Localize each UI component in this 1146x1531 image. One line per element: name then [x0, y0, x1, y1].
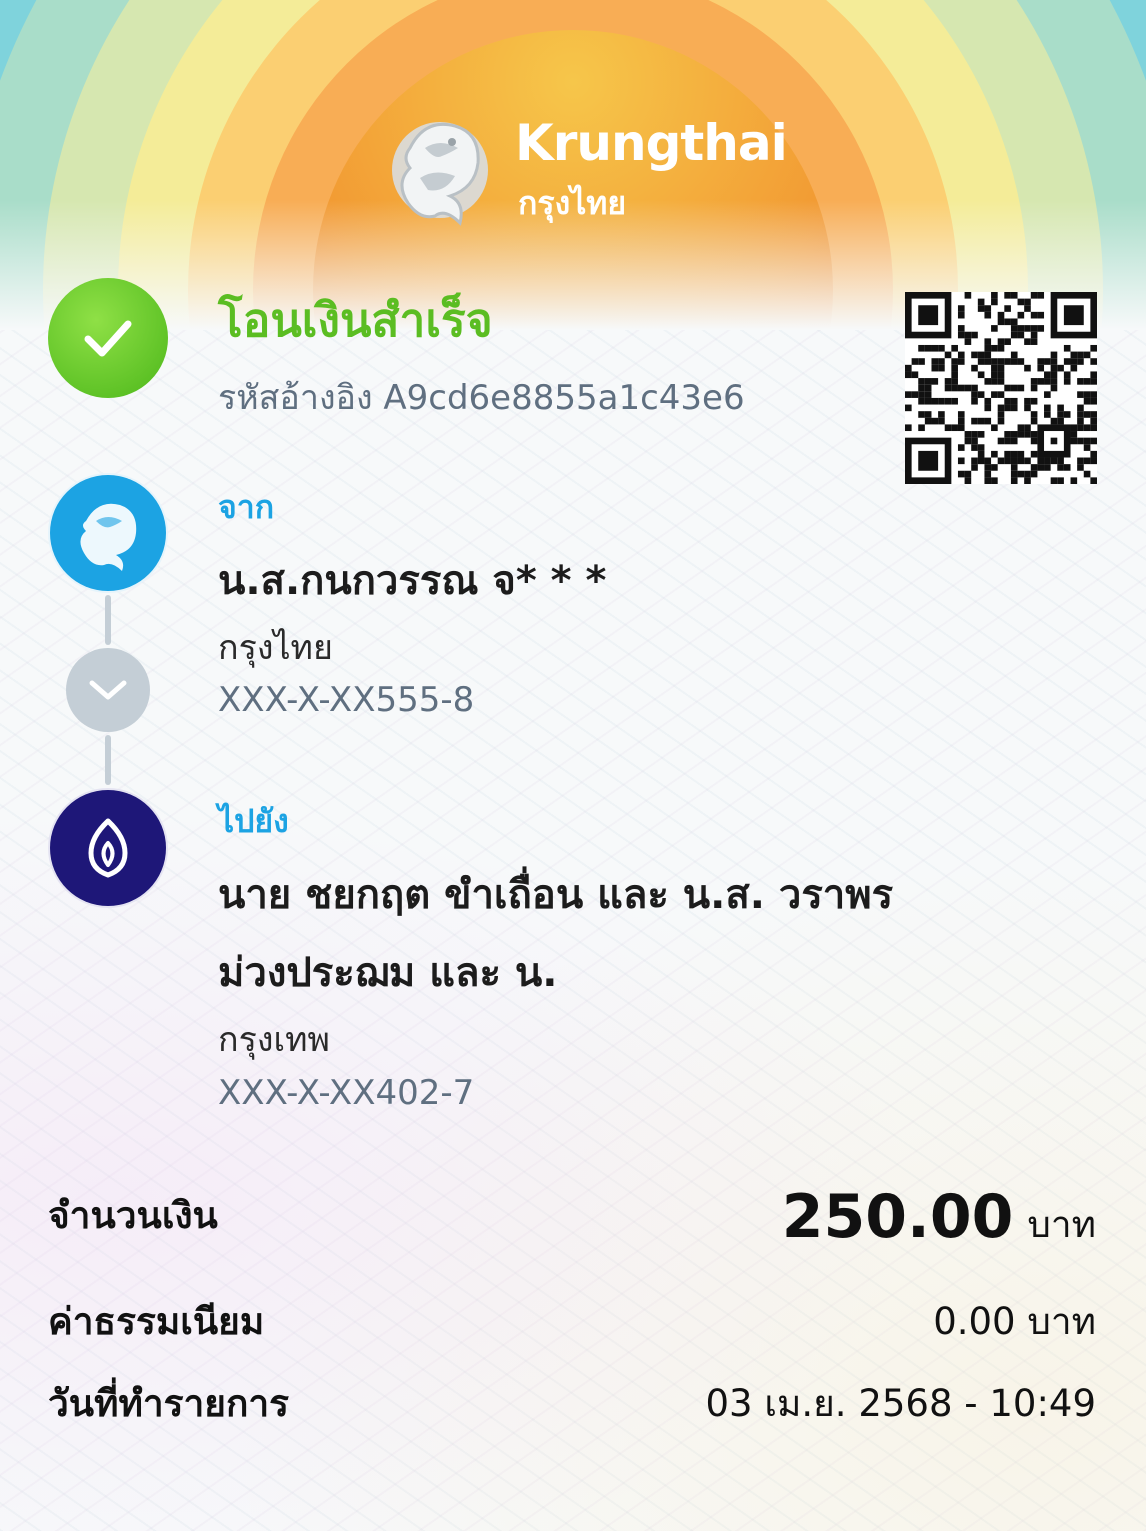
from-account: XXX-X-XX555-8	[218, 680, 475, 720]
to-name-line1: นาย ชยกฤต ขำเถื่อน และ น.ส. วราพร	[218, 872, 894, 918]
amount-value: 250.00 บาท	[782, 1182, 1096, 1254]
bangkok-bank-icon	[50, 790, 166, 906]
to-bank: กรุงเทพ	[218, 1020, 330, 1060]
amount-number: 250.00	[781, 1182, 1014, 1252]
checkmark-icon	[48, 278, 168, 398]
to-account: XXX-X-XX402-7	[218, 1073, 475, 1113]
amount-unit: บาท	[1027, 1203, 1096, 1246]
from-bank: กรุงไทย	[218, 628, 333, 668]
garuda-emblem-icon	[392, 122, 488, 226]
krungthai-bank-icon	[50, 475, 166, 591]
from-name: น.ส.กนกวรรณ จ* * *	[218, 558, 607, 604]
from-label: จาก	[218, 488, 275, 526]
status-title: โอนเงินสำเร็จ	[218, 293, 493, 347]
timeline-connector	[105, 735, 111, 785]
krungthai-logo: Krungthai กรุงไทย	[380, 108, 788, 233]
fee-value: 0.00 บาท	[933, 1300, 1096, 1343]
chevron-down-icon	[66, 648, 150, 732]
qr-code-icon[interactable]	[905, 292, 1097, 484]
reference-code: รหัสอ้างอิง A9cd6e8855a1c43e6	[218, 378, 745, 418]
brand-name-th: กรุงไทย	[518, 184, 627, 222]
to-name-line2: ม่วงประฌม และ น.	[218, 950, 558, 996]
date-label: วันที่ทำรายการ	[48, 1382, 290, 1425]
amount-label: จำนวนเงิน	[48, 1194, 218, 1237]
to-label: ไปยัง	[218, 802, 289, 840]
timeline-connector	[105, 595, 111, 645]
date-value: 03 เม.ย. 2568 - 10:49	[705, 1382, 1096, 1425]
fee-label: ค่าธรรมเนียม	[48, 1300, 265, 1343]
brand-name-en: Krungthai	[515, 114, 788, 172]
